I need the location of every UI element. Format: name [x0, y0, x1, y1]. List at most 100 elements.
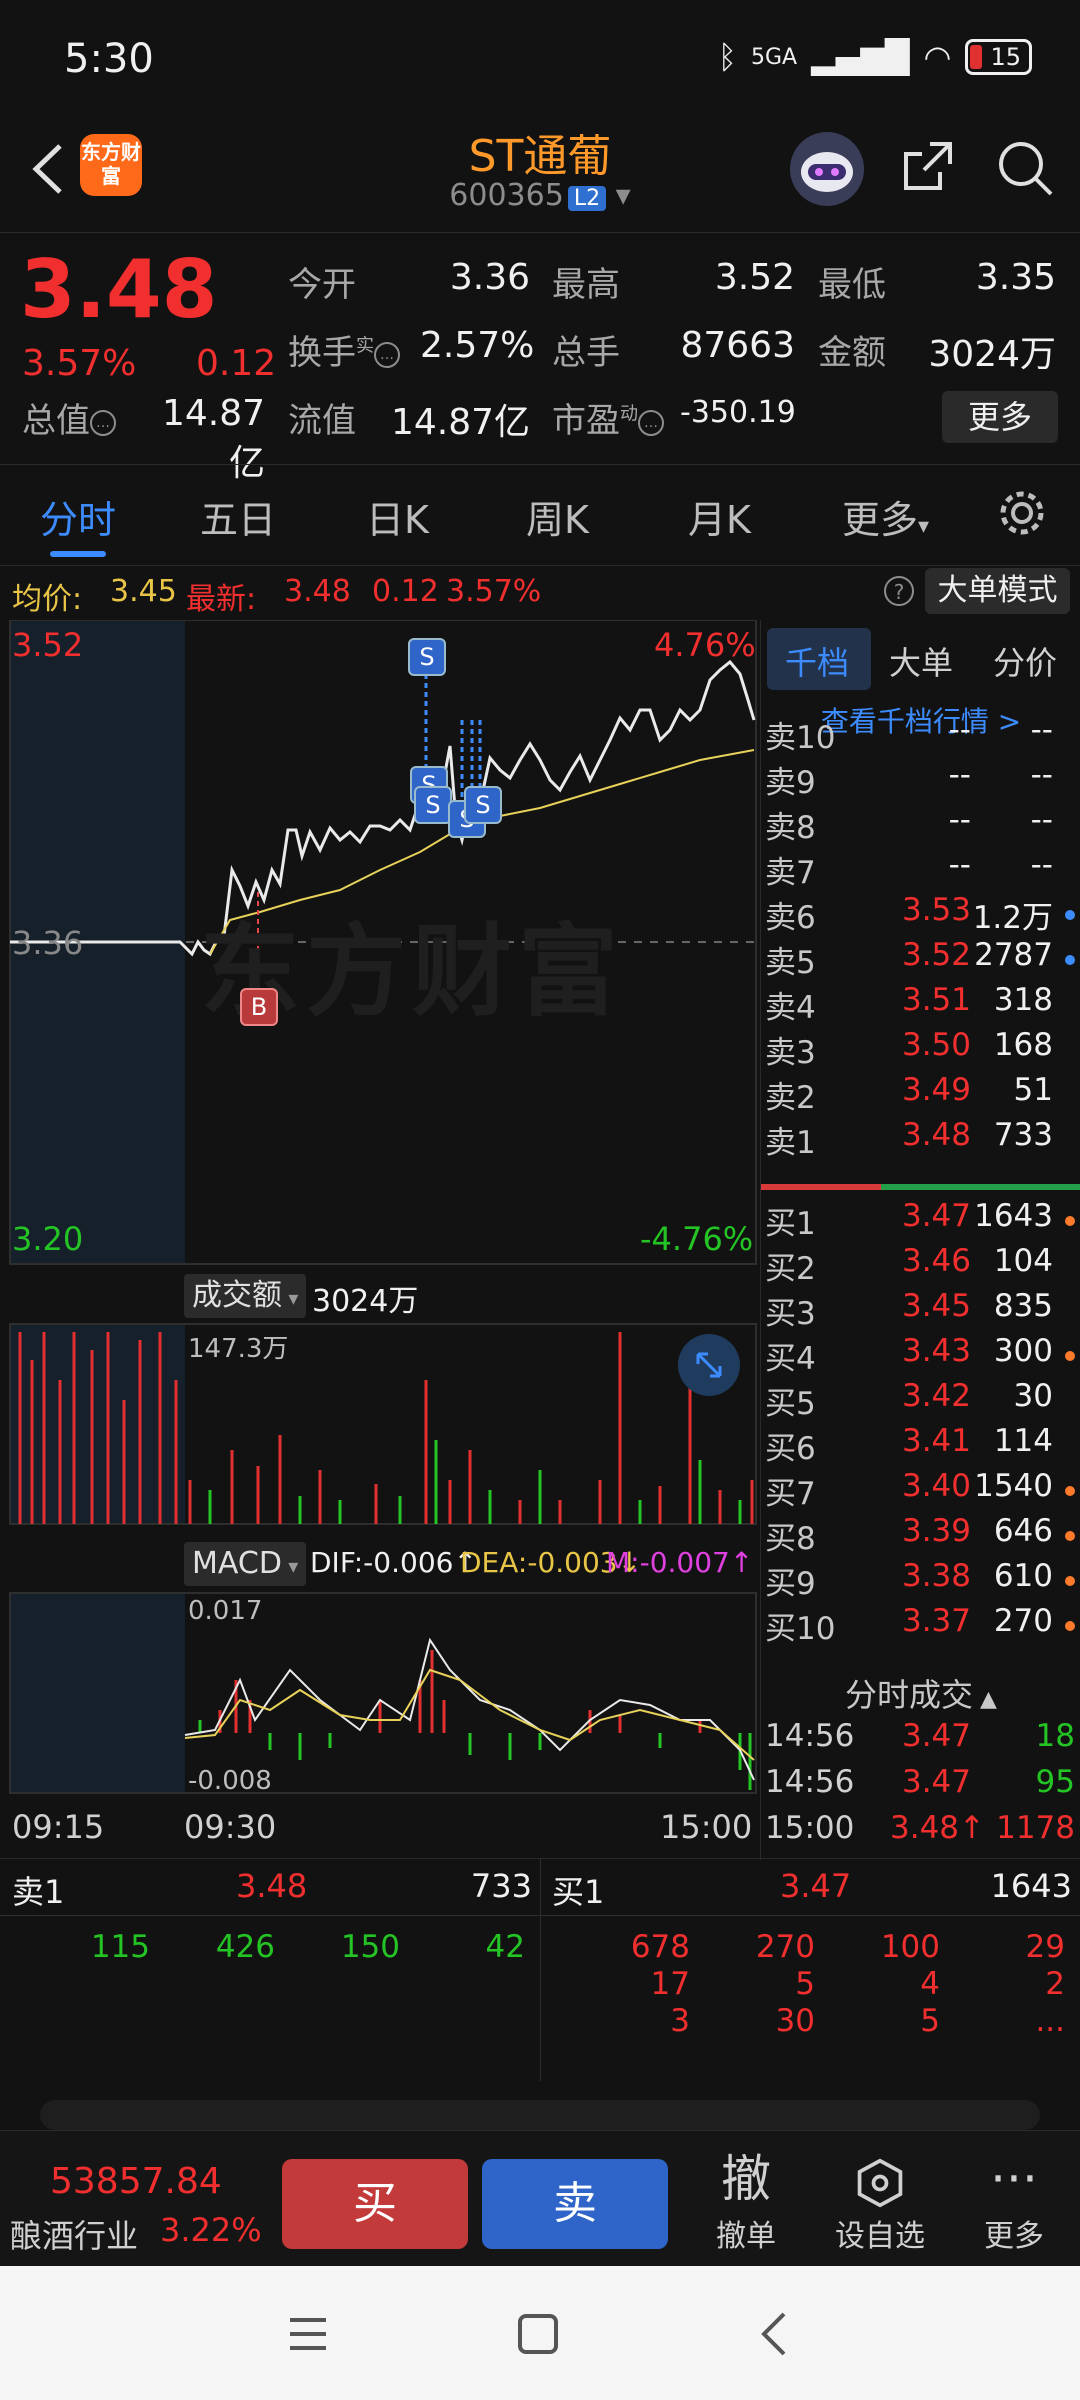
float-value: 14.87亿: [390, 402, 530, 443]
bid-level-row[interactable]: 买3 3.45 835: [761, 1288, 1080, 1333]
tab-daily-k[interactable]: 日K: [366, 489, 429, 544]
ask-level-row[interactable]: 卖1 3.48 733: [761, 1117, 1080, 1162]
time-axis-start: 09:15: [12, 1808, 105, 1846]
tab-price-distribution[interactable]: 分价: [993, 638, 1057, 684]
bid-level-volume: 610: [993, 1558, 1053, 1594]
latest-percent: 3.57%: [446, 574, 542, 609]
stock-name: ST通葡: [468, 131, 612, 182]
sell-marker[interactable]: S: [414, 786, 452, 824]
ask-level-row[interactable]: 卖8 -- --: [761, 802, 1080, 847]
bid-level-row[interactable]: 买1 3.47 1643: [761, 1198, 1080, 1243]
gear-icon[interactable]: [996, 487, 1048, 539]
ask-level-row[interactable]: 卖7 -- --: [761, 847, 1080, 892]
ask-level-label: 卖8: [765, 810, 816, 846]
queue-sell-price: 3.48: [236, 1867, 308, 1905]
time-and-sales-header[interactable]: 分时成交 ▲: [761, 1670, 1080, 1716]
intraday-chart[interactable]: 东方财富 3.52 3.36 3.20 4.76% -4.76% B S S S…: [0, 620, 760, 1860]
home-icon[interactable]: [516, 2312, 560, 2356]
chart-tabs: 分时 五日 日K 周K 月K 更多▾: [0, 464, 1080, 566]
tab-monthly-k[interactable]: 月K: [688, 489, 751, 544]
help-icon[interactable]: ?: [884, 576, 914, 606]
turnover-label[interactable]: 换手实…: [288, 325, 400, 374]
expand-icon[interactable]: [678, 1334, 740, 1396]
volume-indicator-select[interactable]: 成交额 ▾: [184, 1274, 307, 1318]
app-logo[interactable]: 东方财富: [80, 134, 142, 196]
tab-intraday[interactable]: 分时: [40, 489, 116, 544]
sector-name[interactable]: 酿酒行业: [10, 2211, 138, 2257]
sell-marker[interactable]: S: [464, 786, 502, 824]
bid-level-row[interactable]: 买2 3.46 104: [761, 1243, 1080, 1288]
high-label: 最高: [552, 265, 620, 305]
share-icon[interactable]: [900, 138, 956, 194]
ask-level-volume: --: [1030, 802, 1053, 838]
sell-button[interactable]: 卖: [482, 2159, 668, 2249]
bid-level-price: 3.42: [901, 1378, 971, 1414]
assistant-robot-icon[interactable]: [790, 132, 864, 206]
comment-input-peek: [40, 2100, 1040, 2130]
quote-panel: 3.48 3.57% 0.12 今开 3.36 最高 3.52 最低 3.35 …: [0, 232, 1080, 484]
big-order-mode-button[interactable]: 大单模式: [925, 568, 1070, 614]
bid-level-label: 买9: [765, 1566, 816, 1602]
more-fields-button[interactable]: 更多: [942, 391, 1058, 443]
sector-index-value[interactable]: 53857.84: [50, 2161, 222, 2202]
add-watchlist-button[interactable]: 设自选: [830, 2147, 930, 2255]
status-bar: 5:30 ᛒ 5GA ▂▄▆█ ◠ 15: [0, 0, 1080, 120]
ask-level-row[interactable]: 卖10 -- --: [761, 712, 1080, 757]
ask-level-price: 3.49: [901, 1072, 971, 1108]
bid-level-row[interactable]: 买5 3.42 30: [761, 1378, 1080, 1423]
ask-level-row[interactable]: 卖9 -- --: [761, 757, 1080, 802]
price-axis-bottom: 3.20: [12, 1220, 84, 1258]
bid-level-volume: 114: [993, 1423, 1053, 1459]
tab-big-orders[interactable]: 大单: [889, 638, 953, 684]
ask-level-volume: --: [1030, 847, 1053, 883]
more-actions-button[interactable]: ··· 更多: [964, 2147, 1064, 2255]
pe-label[interactable]: 市盈动…: [552, 393, 664, 442]
tab-more[interactable]: 更多▾: [842, 489, 929, 544]
bid-level-price: 3.37: [901, 1603, 971, 1639]
bid-level-row[interactable]: 买9 3.38 610: [761, 1558, 1080, 1603]
cancel-order-button[interactable]: 撤 撤单: [696, 2147, 796, 2255]
bid-level-row[interactable]: 买4 3.43 300: [761, 1333, 1080, 1378]
search-icon[interactable]: [995, 138, 1055, 198]
wifi-icon: ◠: [923, 38, 952, 76]
menu-icon[interactable]: [286, 2312, 330, 2356]
status-icons: ᛒ 5GA ▂▄▆█ ◠ 15: [718, 38, 1032, 76]
ask-level-row[interactable]: 卖3 3.50 168: [761, 1027, 1080, 1072]
avg-value: 3.45: [110, 574, 177, 609]
bid-level-row[interactable]: 买10 3.37 270: [761, 1603, 1080, 1648]
buy-button[interactable]: 买: [282, 2159, 468, 2249]
level1-queue: 卖1 3.48 733 买1 3.47 1643 115 426 150 42 678…: [0, 1858, 1080, 2081]
mcap-label[interactable]: 总值…: [22, 393, 116, 442]
queue-buy-price: 3.47: [780, 1867, 852, 1905]
bid-level-row[interactable]: 买8 3.39 646: [761, 1513, 1080, 1558]
ask-levels: 卖10 -- -- 卖9 -- -- 卖8 -- -- 卖7 -- -- 卖6 3.53 1.2万 卖5 3.5…: [761, 712, 1080, 1164]
back-icon[interactable]: [20, 134, 76, 204]
buy-marker[interactable]: B: [240, 988, 278, 1026]
bid-level-row[interactable]: 买7 3.40 1540: [761, 1468, 1080, 1513]
queue-sell-label: 卖1: [12, 1873, 65, 1911]
ask-level-row[interactable]: 卖5 3.52 2787: [761, 937, 1080, 982]
ask-level-row[interactable]: 卖4 3.51 318: [761, 982, 1080, 1027]
tab-weekly-k[interactable]: 周K: [526, 489, 589, 544]
back-nav-icon[interactable]: [752, 2310, 796, 2358]
caret-down-icon: ▾: [282, 1286, 299, 1310]
queue-order: 115: [90, 1929, 150, 1965]
bid-level-label: 买1: [765, 1206, 816, 1242]
bid-level-row[interactable]: 买6 3.41 114: [761, 1423, 1080, 1468]
trade-tick-row: 15:00 3.48↑ 1178: [761, 1810, 1080, 1856]
trade-time: 15:00: [765, 1810, 855, 1846]
ask-level-row[interactable]: 卖2 3.49 51: [761, 1072, 1080, 1117]
bid-level-price: 3.45: [901, 1288, 971, 1324]
macd-indicator-select[interactable]: MACD ▾: [184, 1542, 307, 1586]
caret-up-icon: ▲: [973, 1687, 997, 1712]
ask-level-volume: 2787: [974, 937, 1053, 973]
queue-order: 426: [215, 1929, 275, 1965]
status-time: 5:30: [64, 36, 154, 82]
sell-marker[interactable]: S: [408, 638, 446, 676]
ask-level-row[interactable]: 卖6 3.53 1.2万: [761, 892, 1080, 937]
stock-code-row[interactable]: 600365 L2 ▾: [340, 178, 740, 213]
tab-five-day[interactable]: 五日: [200, 489, 276, 544]
ask-level-price: --: [948, 847, 971, 883]
tab-thousand-levels[interactable]: 千档: [785, 638, 849, 684]
pe-value: -350.19: [680, 395, 796, 430]
